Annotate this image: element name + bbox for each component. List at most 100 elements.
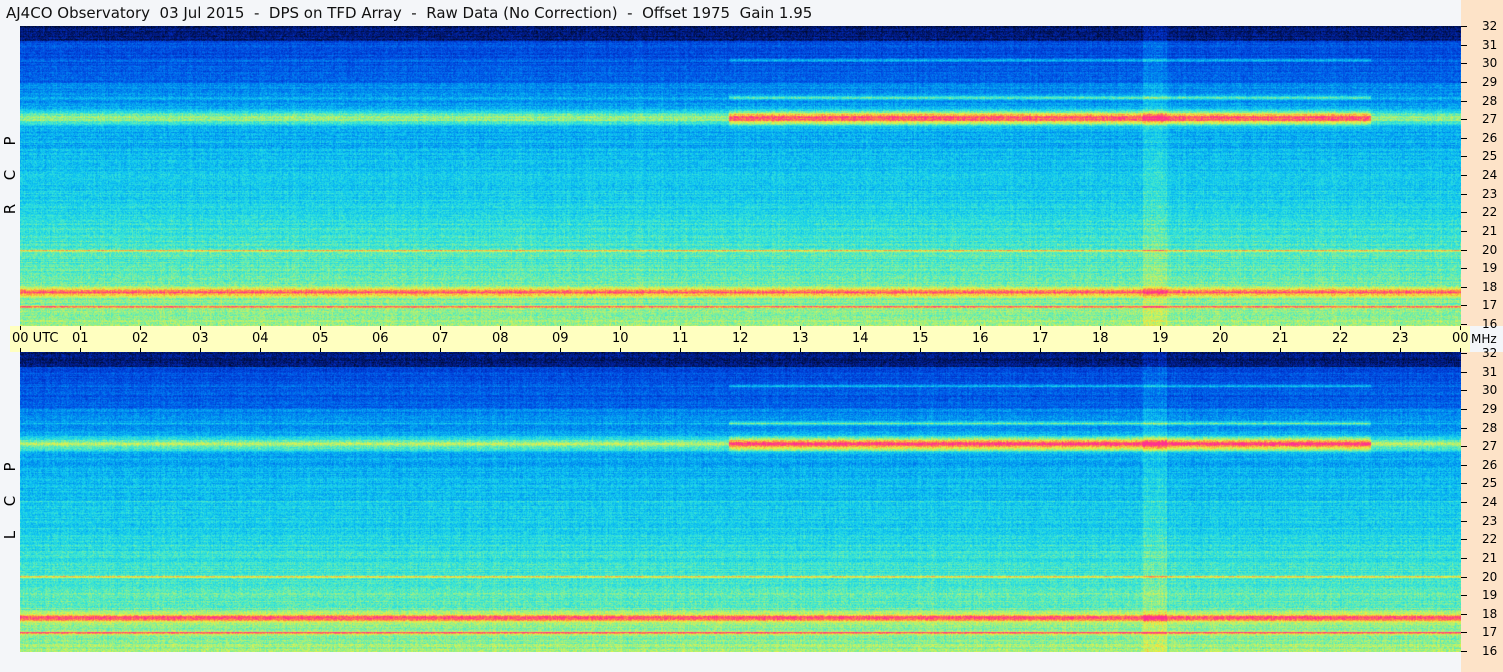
time-tick-mark <box>620 326 621 330</box>
frequency-tick-mark <box>1461 100 1467 102</box>
time-tick-mark <box>800 326 801 330</box>
frequency-tick-mark <box>1461 520 1467 522</box>
time-tick-mark <box>500 348 501 352</box>
time-tick-mark <box>920 326 921 330</box>
rcp-spectrogram[interactable] <box>20 26 1461 326</box>
frequency-tick-label: 18 <box>1482 279 1498 294</box>
frequency-tick-label: 19 <box>1482 261 1498 276</box>
frequency-tick-mark <box>1461 632 1467 634</box>
time-tick-mark <box>260 326 261 330</box>
frequency-tick-mark <box>1461 249 1467 251</box>
frequency-tick-label: 26 <box>1482 130 1498 145</box>
time-tick-mark <box>1160 326 1161 330</box>
frequency-tick-mark <box>1461 119 1467 121</box>
frequency-tick-mark <box>1461 446 1467 448</box>
time-tick-mark <box>1340 326 1341 330</box>
time-tick-mark <box>200 348 201 352</box>
time-tick-mark <box>140 326 141 330</box>
time-tick-mark <box>440 348 441 352</box>
frequency-tick-mark <box>1461 557 1467 559</box>
bottom-margin <box>0 652 1461 672</box>
time-tick-label: 09 <box>552 331 569 346</box>
time-tick-mark <box>1340 348 1341 352</box>
time-tick-mark <box>860 348 861 352</box>
frequency-tick-label: 29 <box>1482 401 1498 416</box>
lcp-spectrogram-canvas[interactable] <box>20 352 1461 652</box>
time-tick-mark <box>800 348 801 352</box>
frequency-tick-label: 17 <box>1482 298 1498 313</box>
time-tick-mark <box>680 348 681 352</box>
frequency-tick-label: 31 <box>1482 37 1498 52</box>
time-tick-label: 12 <box>732 331 749 346</box>
time-tick-label: 10 <box>612 331 629 346</box>
frequency-tick-mark <box>1461 464 1467 466</box>
time-tick-mark <box>560 326 561 330</box>
time-tick-mark <box>440 326 441 330</box>
time-axis: 00 UTC 01 02 03 04 05 06 07 08 09 10 11 12 13 14 15 16 17… <box>10 326 1497 352</box>
time-tick-mark <box>320 326 321 330</box>
frequency-axis-bottom: 32 31 30 29 28 27 26 25 24 23 22 21 20 19 18 17 16 <box>1461 346 1503 672</box>
frequency-tick-label: 24 <box>1482 495 1498 509</box>
time-tick-mark <box>140 348 141 352</box>
frequency-tick-mark <box>1461 390 1467 392</box>
frequency-tick-label: 17 <box>1482 625 1498 640</box>
time-tick-mark <box>380 348 381 352</box>
time-tick-label: 02 <box>132 331 149 346</box>
time-tick-mark <box>1040 348 1041 352</box>
frequency-tick-label: 20 <box>1482 569 1498 584</box>
frequency-tick-mark <box>1461 305 1467 307</box>
time-tick-mark <box>380 326 381 330</box>
time-tick-mark <box>20 326 21 330</box>
time-tick-mark <box>1400 348 1401 352</box>
time-tick-label: 23 <box>1392 331 1409 346</box>
frequency-tick-label: 24 <box>1482 168 1498 182</box>
frequency-tick-label: 29 <box>1482 74 1498 89</box>
frequency-tick-label: 22 <box>1482 205 1498 220</box>
time-tick-mark <box>740 348 741 352</box>
time-tick-mark <box>80 348 81 352</box>
lcp-label: P C L <box>0 450 20 552</box>
frequency-tick-mark <box>1461 286 1467 288</box>
rcp-label: P C R <box>0 124 20 226</box>
time-tick-mark <box>20 348 21 352</box>
frequency-tick-mark <box>1461 371 1467 373</box>
time-tick-label: 04 <box>252 331 269 346</box>
frequency-tick-mark <box>1461 613 1467 615</box>
frequency-tick-label: 28 <box>1482 420 1498 435</box>
time-tick-label: 08 <box>492 331 509 346</box>
time-tick-mark <box>1400 326 1401 330</box>
frequency-tick-mark <box>1461 595 1467 597</box>
frequency-tick-label: 30 <box>1482 56 1498 71</box>
frequency-tick-mark <box>1461 324 1467 325</box>
frequency-tick-label: 32 <box>1482 19 1498 33</box>
time-tick-mark <box>320 348 321 352</box>
frequency-tick-mark <box>1461 26 1467 27</box>
time-tick-label: 07 <box>432 331 449 346</box>
frequency-tick-mark <box>1461 230 1467 232</box>
time-tick-mark <box>980 348 981 352</box>
time-tick-mark <box>1160 348 1161 352</box>
time-tick-mark <box>1220 326 1221 330</box>
time-tick-mark <box>740 326 741 330</box>
time-tick-label: 03 <box>192 331 209 346</box>
time-tick-mark <box>500 326 501 330</box>
time-tick-mark <box>80 326 81 330</box>
rcp-spectrogram-canvas[interactable] <box>20 26 1461 326</box>
time-tick-mark <box>1040 326 1041 330</box>
frequency-tick-mark <box>1461 268 1467 270</box>
frequency-tick-mark <box>1461 156 1467 158</box>
time-tick-mark <box>1220 348 1221 352</box>
frequency-tick-label: 19 <box>1482 588 1498 603</box>
time-tick-label: 01 <box>72 331 89 346</box>
frequency-tick-mark <box>1461 483 1467 485</box>
time-tick-label: 00 <box>1452 331 1469 346</box>
time-tick-label: 06 <box>372 331 389 346</box>
time-tick-mark <box>1100 326 1101 330</box>
time-tick-mark <box>1280 348 1281 352</box>
frequency-tick-label: 31 <box>1482 364 1498 379</box>
frequency-tick-label: 26 <box>1482 457 1498 472</box>
lcp-spectrogram[interactable] <box>20 352 1461 652</box>
frequency-tick-mark <box>1461 502 1467 503</box>
frequency-tick-mark <box>1461 81 1467 83</box>
time-tick-mark <box>1460 326 1461 330</box>
